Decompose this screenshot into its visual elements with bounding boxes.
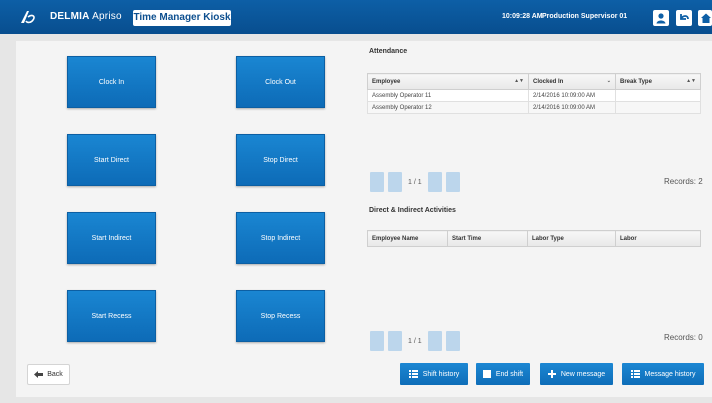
column-header-start-time[interactable]: Start Time (447, 230, 528, 247)
end-shift-button[interactable]: End shift (476, 363, 530, 385)
start-indirect-button[interactable]: Start Indirect (67, 212, 156, 264)
list-icon (408, 370, 418, 378)
activities-header-row: Employee Name Start Time Labor Type Labo… (367, 230, 701, 247)
brand-name: DELMIA Apriso (50, 11, 122, 22)
employee-cell: Assembly Operator 11 (367, 89, 529, 102)
last-page-button[interactable] (445, 331, 460, 351)
table-row[interactable]: Assembly Operator 11 2/14/2016 10:09:00 … (367, 89, 701, 102)
start-recess-button[interactable]: Start Recess (67, 290, 156, 342)
new-message-button[interactable]: New message (540, 363, 613, 385)
activities-pager: 1 / 1 (370, 331, 464, 351)
next-page-button[interactable] (427, 331, 442, 351)
clocked-in-cell: 2/14/2016 10:09:00 AM (528, 89, 616, 102)
page-info: 1 / 1 (408, 337, 422, 345)
stop-direct-button[interactable]: Stop Direct (236, 134, 325, 186)
ds-logo-icon (21, 11, 35, 24)
next-page-button[interactable] (427, 172, 442, 192)
employee-cell: Assembly Operator 12 (367, 101, 529, 114)
plus-icon (547, 370, 556, 378)
column-header-employee[interactable]: Employee ▲▼ (367, 73, 529, 90)
column-header-clocked-in[interactable]: Clocked In ⌄ (528, 73, 616, 90)
back-arrow-icon (34, 371, 44, 378)
back-button[interactable]: Back (27, 364, 70, 385)
page-info: 1 / 1 (408, 178, 422, 186)
activities-table: Employee Name Start Time Labor Type Labo… (367, 230, 701, 247)
table-row[interactable]: Assembly Operator 12 2/14/2016 10:09:00 … (367, 101, 701, 114)
sort-icon: ▲▼ (686, 78, 696, 84)
list-icon (630, 370, 640, 378)
new-message-label: New message (560, 370, 606, 378)
app-header: DELMIA Apriso Time Manager Kiosk 10:09:2… (0, 0, 712, 34)
home-icon (701, 13, 711, 23)
clocked-in-cell: 2/14/2016 10:09:00 AM (528, 101, 616, 114)
user-icon (656, 13, 666, 24)
attendance-title: Attendance (369, 48, 408, 55)
undo-arrow-icon (680, 14, 689, 20)
activities-records-count: Records: 0 (664, 333, 703, 342)
message-history-button[interactable]: Message history (622, 363, 704, 385)
first-page-button[interactable] (370, 331, 384, 351)
attendance-records-count: Records: 2 (664, 177, 703, 186)
prev-page-button[interactable] (388, 172, 402, 192)
column-header-labor[interactable]: Labor (615, 230, 701, 247)
shift-history-button[interactable]: Shift history (400, 363, 468, 385)
user-profile-button[interactable] (653, 10, 669, 26)
undo-button[interactable] (676, 10, 692, 26)
current-user: Production Supervisor 01 (542, 13, 628, 20)
end-shift-label: End shift (495, 370, 524, 378)
column-header-labor-type[interactable]: Labor Type (527, 230, 616, 247)
attendance-header-row: Employee ▲▼ Clocked In ⌄ Break Type ▲▼ (367, 73, 701, 90)
column-header-employee-name[interactable]: Employee Name (367, 230, 448, 247)
stop-recess-button[interactable]: Stop Recess (236, 290, 325, 342)
clock-out-button[interactable]: Clock Out (236, 56, 325, 108)
activities-title: Direct & Indirect Activities (369, 207, 456, 214)
stop-square-icon (482, 370, 491, 378)
last-page-button[interactable] (445, 172, 460, 192)
clock-time: 10:09:28 AM (502, 13, 543, 20)
sort-desc-icon: ⌄ (606, 78, 611, 84)
attendance-table: Employee ▲▼ Clocked In ⌄ Break Type ▲▼ Asse… (367, 73, 701, 114)
attendance-pager: 1 / 1 (370, 172, 464, 192)
sort-icon: ▲▼ (514, 78, 524, 84)
home-button[interactable] (698, 10, 712, 26)
stop-indirect-button[interactable]: Stop Indirect (236, 212, 325, 264)
message-history-label: Message history (644, 370, 696, 378)
first-page-button[interactable] (370, 172, 384, 192)
clock-in-button[interactable]: Clock In (67, 56, 156, 108)
shift-history-label: Shift history (422, 370, 460, 378)
break-type-cell (615, 101, 701, 114)
app-title-tab[interactable]: Time Manager Kiosk (133, 10, 231, 26)
prev-page-button[interactable] (388, 331, 402, 351)
break-type-cell (615, 89, 701, 102)
back-label: Back (47, 371, 63, 378)
start-direct-button[interactable]: Start Direct (67, 134, 156, 186)
column-header-break-type[interactable]: Break Type ▲▼ (615, 73, 701, 90)
